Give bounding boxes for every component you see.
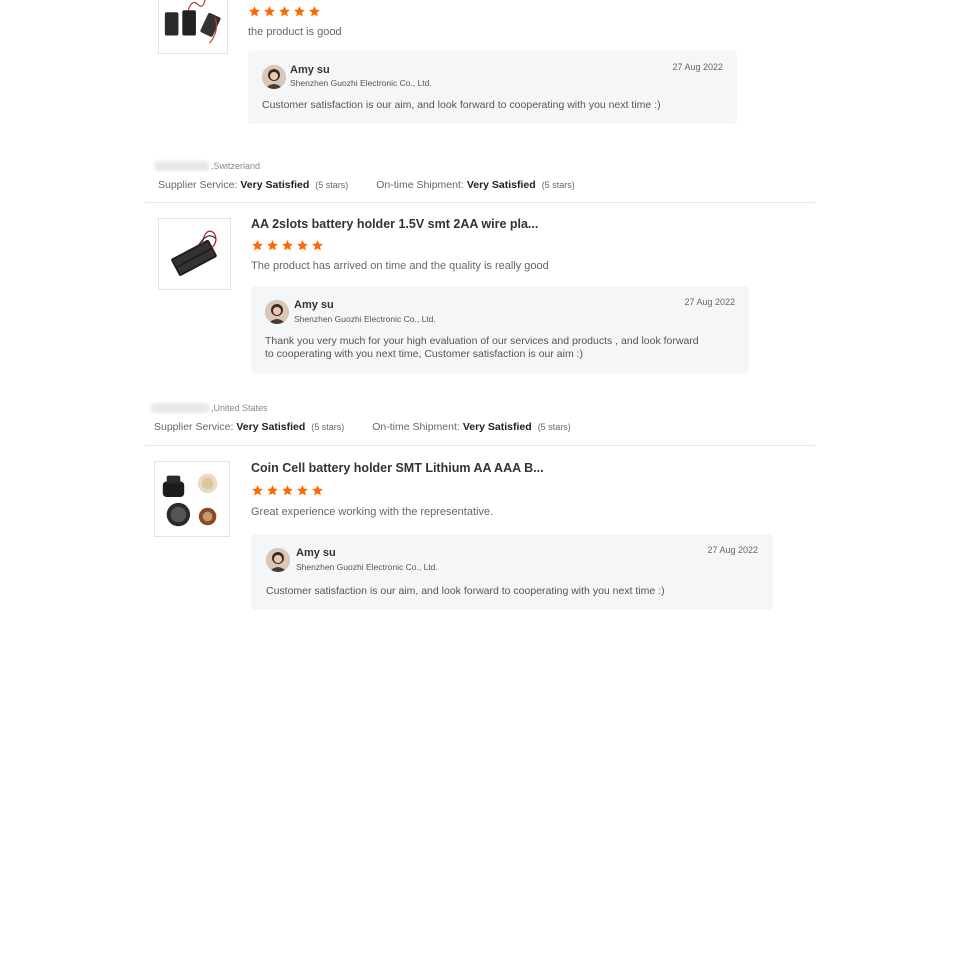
divider <box>145 202 815 203</box>
product-title-link[interactable]: AA 2slots battery holder 1.5V smt 2AA wi… <box>251 217 538 231</box>
product-thumbnail[interactable] <box>158 218 231 290</box>
review-text: The product has arrived on time and the … <box>251 260 549 272</box>
reply-author: Amy su <box>296 547 336 559</box>
reply-date: 27 Aug 2022 <box>672 62 723 72</box>
coin-cell-holder-image <box>162 473 218 527</box>
star-icon <box>309 6 320 17</box>
star-icon <box>294 6 305 17</box>
star-icon <box>249 6 260 17</box>
seller-reply: Amy su Shenzhen Guozhi Electronic Co., L… <box>251 286 749 373</box>
reply-message: Customer satisfaction is our aim, and lo… <box>262 99 661 111</box>
star-icon <box>297 485 308 496</box>
product-title-link[interactable]: Coin Cell battery holder SMT Lithium AA … <box>251 461 544 475</box>
divider <box>145 445 815 446</box>
service-ratings: Supplier Service: Very Satisfied (5 star… <box>154 421 571 433</box>
star-icon <box>267 240 278 251</box>
avatar <box>266 548 290 572</box>
reply-author: Amy su <box>294 299 334 311</box>
blurred-reviewer-name <box>150 403 210 413</box>
reply-company: Shenzhen Guozhi Electronic Co., Ltd. <box>290 78 432 88</box>
shipment-value: Very Satisfied <box>466 179 536 191</box>
star-icon <box>252 240 263 251</box>
star-icon <box>312 240 323 251</box>
reply-message: Thank you very much for your high evalua… <box>265 335 699 360</box>
reply-company: Shenzhen Guozhi Electronic Co., Ltd. <box>294 314 436 324</box>
star-icon <box>264 6 275 17</box>
star-icon <box>279 6 290 17</box>
star-icon <box>252 485 263 496</box>
reply-author: Amy su <box>290 64 330 76</box>
reply-date: 27 Aug 2022 <box>684 297 735 307</box>
rating-stars <box>251 484 324 497</box>
reviewer-country: ,United States <box>150 403 268 413</box>
rating-stars <box>251 239 324 252</box>
review-text: the product is good <box>248 26 342 38</box>
avatar <box>262 65 286 89</box>
seller-reply: Amy su Shenzhen Guozhi Electronic Co., L… <box>248 51 737 124</box>
blurred-reviewer-name <box>154 161 210 171</box>
product-thumbnail[interactable] <box>154 461 230 537</box>
review-text: Great experience working with the repres… <box>251 506 494 518</box>
shipment-value: Very Satisfied <box>462 421 532 433</box>
product-thumbnail[interactable] <box>158 0 228 54</box>
seller-reply: Amy su Shenzhen Guozhi Electronic Co., L… <box>251 534 773 610</box>
battery-holder-image <box>171 230 217 276</box>
supplier-service-value: Very Satisfied <box>240 179 310 191</box>
star-icon <box>297 240 308 251</box>
star-icon <box>312 485 323 496</box>
reply-message: Customer satisfaction is our aim, and lo… <box>266 585 665 597</box>
star-icon <box>282 485 293 496</box>
rating-stars <box>248 5 321 18</box>
battery-holder-image <box>164 0 221 44</box>
reply-company: Shenzhen Guozhi Electronic Co., Ltd. <box>296 562 438 572</box>
service-ratings: Supplier Service: Very Satisfied (5 star… <box>158 179 575 191</box>
reviewer-country: ,Switzerland <box>154 161 260 171</box>
star-icon <box>267 485 278 496</box>
reply-date: 27 Aug 2022 <box>707 545 758 555</box>
avatar <box>265 300 289 324</box>
supplier-service-value: Very Satisfied <box>236 421 306 433</box>
star-icon <box>282 240 293 251</box>
